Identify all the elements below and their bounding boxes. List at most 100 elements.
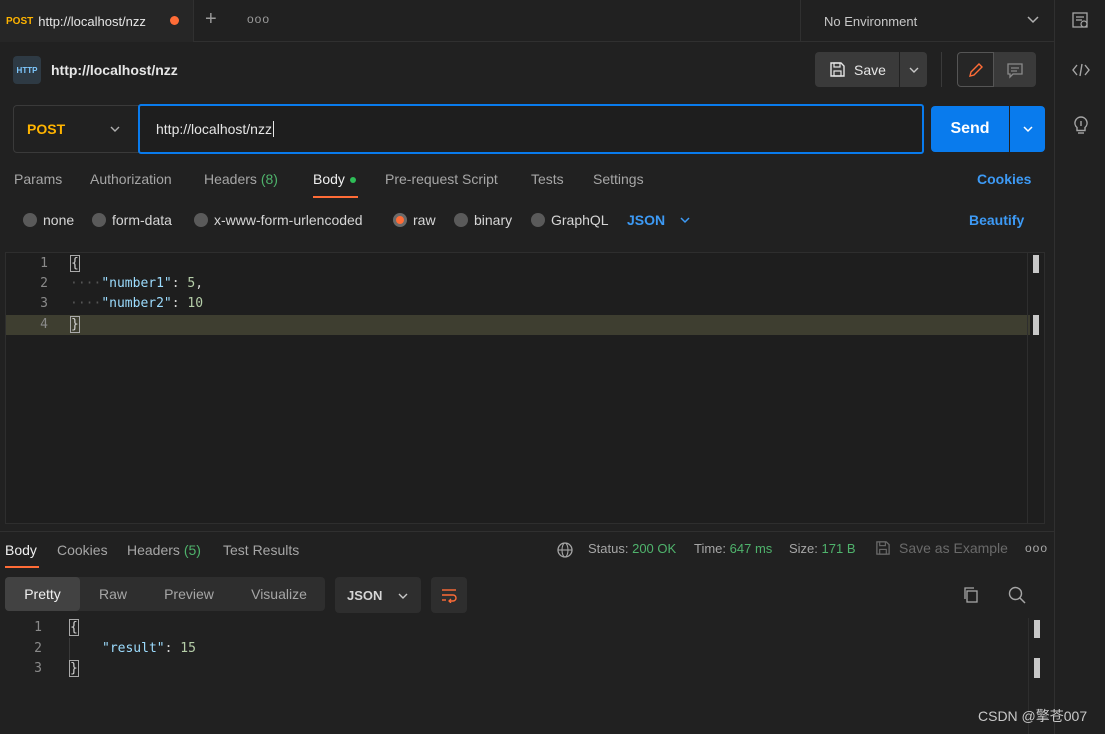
editor-line: 3 ····"number2": 10 [6,294,1030,314]
status-value: 200 OK [632,541,677,556]
environment-select[interactable]: No Environment [800,0,1054,42]
response-tab-test-results[interactable]: Test Results [223,542,299,558]
watermark: CSDN @擎苍007 [978,708,1088,724]
save-as-example-button[interactable]: Save as Example [875,540,1008,556]
json-sep: : [164,641,181,656]
copy-icon[interactable] [962,586,980,604]
save-as-example-label: Save as Example [899,540,1008,556]
response-tab-cookies[interactable]: Cookies [57,542,108,558]
radio-form-data[interactable]: form-data [92,212,172,228]
view-pretty[interactable]: Pretty [5,577,80,611]
json-sep: : [171,296,188,311]
radio-indicator [23,213,37,227]
save-dropdown-button[interactable] [900,52,927,87]
json-value: 10 [187,296,204,311]
indent-guide [69,638,70,660]
right-sidebar [1054,0,1105,734]
json-key: "result" [102,641,165,656]
radio-indicator-selected [393,213,407,227]
editor-line: 2 ····"number1": 5, [6,274,1030,294]
json-comma: , [195,276,204,291]
comments-button[interactable] [994,52,1036,87]
json-key: "number1" [101,276,172,291]
globe-icon[interactable] [556,541,574,559]
radio-none[interactable]: none [23,212,74,228]
brace-close: } [70,316,80,333]
response-scrollbar-marker [1034,658,1040,678]
tab-authorization[interactable]: Authorization [90,171,172,187]
beautify-link[interactable]: Beautify [969,212,1024,228]
chevron-down-icon [398,593,408,599]
send-button[interactable]: Send [931,106,1009,152]
response-tab-body[interactable]: Body [5,542,37,558]
size-label: Size: [789,541,818,556]
new-tab-button[interactable]: + [205,9,217,29]
editor-scrollbar-marker [1033,315,1039,335]
editor-line: 1 { [6,254,1030,274]
radio-label: binary [474,212,513,228]
json-sep: : [171,276,188,291]
line-code: ····"number1": 5, [70,276,204,291]
tab-settings[interactable]: Settings [593,171,644,187]
response-size[interactable]: Size: 171 B [789,541,856,556]
tab-tests[interactable]: Tests [531,171,564,187]
request-body-editor[interactable]: 1 { 2 ····"number1": 5, 3 ····"number2":… [5,252,1045,524]
search-icon[interactable] [1007,585,1027,605]
response-tab-headers[interactable]: Headers (5) [127,542,201,558]
cookies-link[interactable]: Cookies [977,171,1031,187]
response-scrollbar-thumb[interactable] [1034,620,1040,638]
editor-line-current: 4 } [6,315,1030,335]
response-more-button[interactable]: ooo [1025,541,1048,555]
response-status[interactable]: Status: 200 OK [588,541,676,556]
request-title[interactable]: http://localhost/nzz [51,62,178,78]
chevron-down-icon [1022,126,1033,133]
radio-indicator [454,213,468,227]
line-number: 4 [40,317,48,332]
request-tab-name: http://localhost/nzz [38,13,146,29]
wrap-lines-button[interactable] [431,577,467,613]
radio-raw[interactable]: raw [393,212,436,228]
response-format-value: JSON [347,587,383,603]
radio-indicator [194,213,208,227]
response-time[interactable]: Time: 647 ms [694,541,772,556]
time-value: 647 ms [729,541,773,556]
send-dropdown-button[interactable] [1010,106,1045,152]
view-preview[interactable]: Preview [152,577,226,611]
response-tab-headers-count: (5) [183,542,201,558]
save-icon [830,62,845,77]
tab-headers[interactable]: Headers (8) [204,171,278,187]
lightbulb-icon[interactable] [1071,114,1091,136]
method-select[interactable]: POST [13,105,139,153]
request-tab[interactable]: POST http://localhost/nzz [0,0,194,42]
tab-pre-request-script[interactable]: Pre-request Script [385,171,498,187]
tab-more-button[interactable]: ooo [247,12,270,26]
tab-params[interactable]: Params [14,171,62,187]
environment-quicklook-icon[interactable] [1071,11,1089,29]
url-value: http://localhost/nzz [156,121,272,137]
wrap-icon [442,589,457,603]
body-format-select[interactable]: JSON [627,212,691,228]
line-code: { [70,254,80,274]
line-code: "result": 15 [102,639,196,659]
edit-button[interactable] [957,52,994,87]
body-indicator-dot [349,177,356,184]
editor-scrollbar-thumb[interactable] [1033,255,1039,273]
code-icon[interactable] [1071,61,1091,79]
save-button[interactable]: Save [815,52,899,87]
line-number: 2 [34,641,42,656]
radio-x-www-form-urlencoded[interactable]: x-www-form-urlencoded [194,212,363,228]
chevron-down-icon [680,217,690,224]
radio-graphql[interactable]: GraphQL [531,212,609,228]
save-icon [876,541,890,555]
view-raw[interactable]: Raw [84,577,142,611]
response-body-viewer[interactable]: 1 { 2 "result": 15 3 } [0,618,1054,734]
size-value: 171 B [821,541,856,556]
tab-bar: POST http://localhost/nzz + ooo No Envir… [0,0,1105,42]
url-input[interactable]: http://localhost/nzz [138,104,924,154]
response-line: 3 } [0,659,1024,679]
brace-open: { [70,255,80,272]
view-visualize[interactable]: Visualize [236,577,322,611]
tab-body[interactable]: Body [313,171,356,187]
response-format-select[interactable]: JSON [335,577,421,613]
radio-binary[interactable]: binary [454,212,512,228]
